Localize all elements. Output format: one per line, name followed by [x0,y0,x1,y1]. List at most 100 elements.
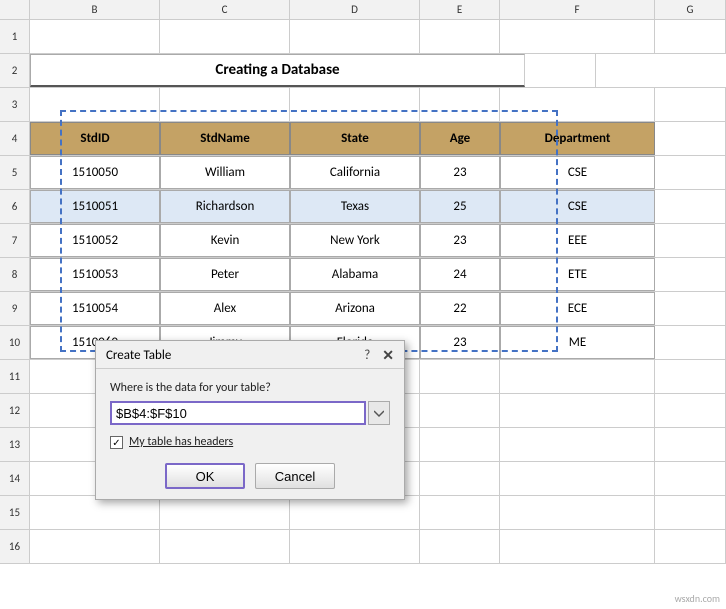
cell-g7[interactable] [655,224,726,257]
cell-g10[interactable] [655,326,726,359]
cell-d1[interactable] [290,20,420,53]
cell-f8[interactable]: ETE [500,258,655,291]
cell-f14[interactable] [500,462,655,495]
row-num: 3 [0,88,30,121]
cell-e10[interactable]: 23 [420,326,500,359]
cell-g2[interactable] [525,54,596,87]
cell-f12[interactable] [500,394,655,427]
help-button[interactable]: ? [364,348,370,363]
cell-b5[interactable]: 1510050 [30,156,160,189]
cell-b16[interactable] [30,530,160,563]
row-num: 7 [0,224,30,257]
cell-d8[interactable]: Alabama [290,258,420,291]
col-header-b[interactable]: B [30,0,160,19]
close-button[interactable]: ✕ [382,347,394,364]
cell-c4[interactable]: StdName [160,122,290,155]
cell-f11[interactable] [500,360,655,393]
cell-f16[interactable] [500,530,655,563]
cell-c6[interactable]: Richardson [160,190,290,223]
cell-d7[interactable]: New York [290,224,420,257]
cell-f15[interactable] [500,496,655,529]
cell-e7[interactable]: 23 [420,224,500,257]
cell-b15[interactable] [30,496,160,529]
create-table-dialog[interactable]: Create Table ? ✕ Where is the data for y… [95,340,405,500]
cell-f10[interactable]: ME [500,326,655,359]
cell-e8[interactable]: 24 [420,258,500,291]
range-select-button[interactable] [368,401,390,425]
cell-d3[interactable] [290,88,420,121]
cell-g13[interactable] [655,428,726,461]
table-row: 5 1510050 William California 23 CSE [0,156,726,190]
row-num: 13 [0,428,30,461]
cell-e15[interactable] [420,496,500,529]
cell-c5[interactable]: William [160,156,290,189]
cell-g3[interactable] [655,88,726,121]
cell-e1[interactable] [420,20,500,53]
cell-b4[interactable]: StdID [30,122,160,155]
cell-d9[interactable]: Arizona [290,292,420,325]
cell-e9[interactable]: 22 [420,292,500,325]
cell-e3[interactable] [420,88,500,121]
cell-g8[interactable] [655,258,726,291]
col-header-f[interactable]: F [500,0,655,19]
cell-b6[interactable]: 1510051 [30,190,160,223]
col-header-g[interactable]: G [655,0,726,19]
cell-e12[interactable] [420,394,500,427]
cell-b8[interactable]: 1510053 [30,258,160,291]
table-row: 15 [0,496,726,530]
table-range-input[interactable] [110,401,366,425]
cell-f1[interactable] [500,20,655,53]
headers-checkbox[interactable]: ✓ [110,436,123,449]
cell-d15[interactable] [290,496,420,529]
cell-g16[interactable] [655,530,726,563]
cell-f3[interactable] [500,88,655,121]
cell-b3[interactable] [30,88,160,121]
cell-e11[interactable] [420,360,500,393]
col-header-c[interactable]: C [160,0,290,19]
row-num: 1 [0,20,30,53]
cell-e13[interactable] [420,428,500,461]
cell-e6[interactable]: 25 [420,190,500,223]
cell-title[interactable]: Creating a Database [30,54,525,87]
cell-d5[interactable]: California [290,156,420,189]
cell-e5[interactable]: 23 [420,156,500,189]
cell-g9[interactable] [655,292,726,325]
cell-e4[interactable]: Age [420,122,500,155]
cell-f9[interactable]: ECE [500,292,655,325]
cell-f6[interactable]: CSE [500,190,655,223]
cell-d4[interactable]: State [290,122,420,155]
cell-c8[interactable]: Peter [160,258,290,291]
col-header-d[interactable]: D [290,0,420,19]
cell-b9[interactable]: 1510054 [30,292,160,325]
cell-c16[interactable] [160,530,290,563]
cell-c9[interactable]: Alex [160,292,290,325]
cell-g14[interactable] [655,462,726,495]
cell-g11[interactable] [655,360,726,393]
cell-e14[interactable] [420,462,500,495]
cell-c1[interactable] [160,20,290,53]
dialog-buttons: OK Cancel [110,463,390,489]
cell-c3[interactable] [160,88,290,121]
cell-d6[interactable]: Texas [290,190,420,223]
cell-f5[interactable]: CSE [500,156,655,189]
cell-g12[interactable] [655,394,726,427]
cell-f4[interactable]: Department [500,122,655,155]
cell-g4[interactable] [655,122,726,155]
cell-c15[interactable] [160,496,290,529]
cell-c7[interactable]: Kevin [160,224,290,257]
cell-g1[interactable] [655,20,726,53]
cell-d16[interactable] [290,530,420,563]
col-header-rownum [0,0,30,19]
cell-f7[interactable]: EEE [500,224,655,257]
row-num: 15 [0,496,30,529]
cell-f13[interactable] [500,428,655,461]
cell-g15[interactable] [655,496,726,529]
cell-b7[interactable]: 1510052 [30,224,160,257]
cell-g6[interactable] [655,190,726,223]
cell-b1[interactable] [30,20,160,53]
cancel-button[interactable]: Cancel [255,463,335,489]
col-header-e[interactable]: E [420,0,500,19]
cell-e16[interactable] [420,530,500,563]
cell-g5[interactable] [655,156,726,189]
ok-button[interactable]: OK [165,463,245,489]
